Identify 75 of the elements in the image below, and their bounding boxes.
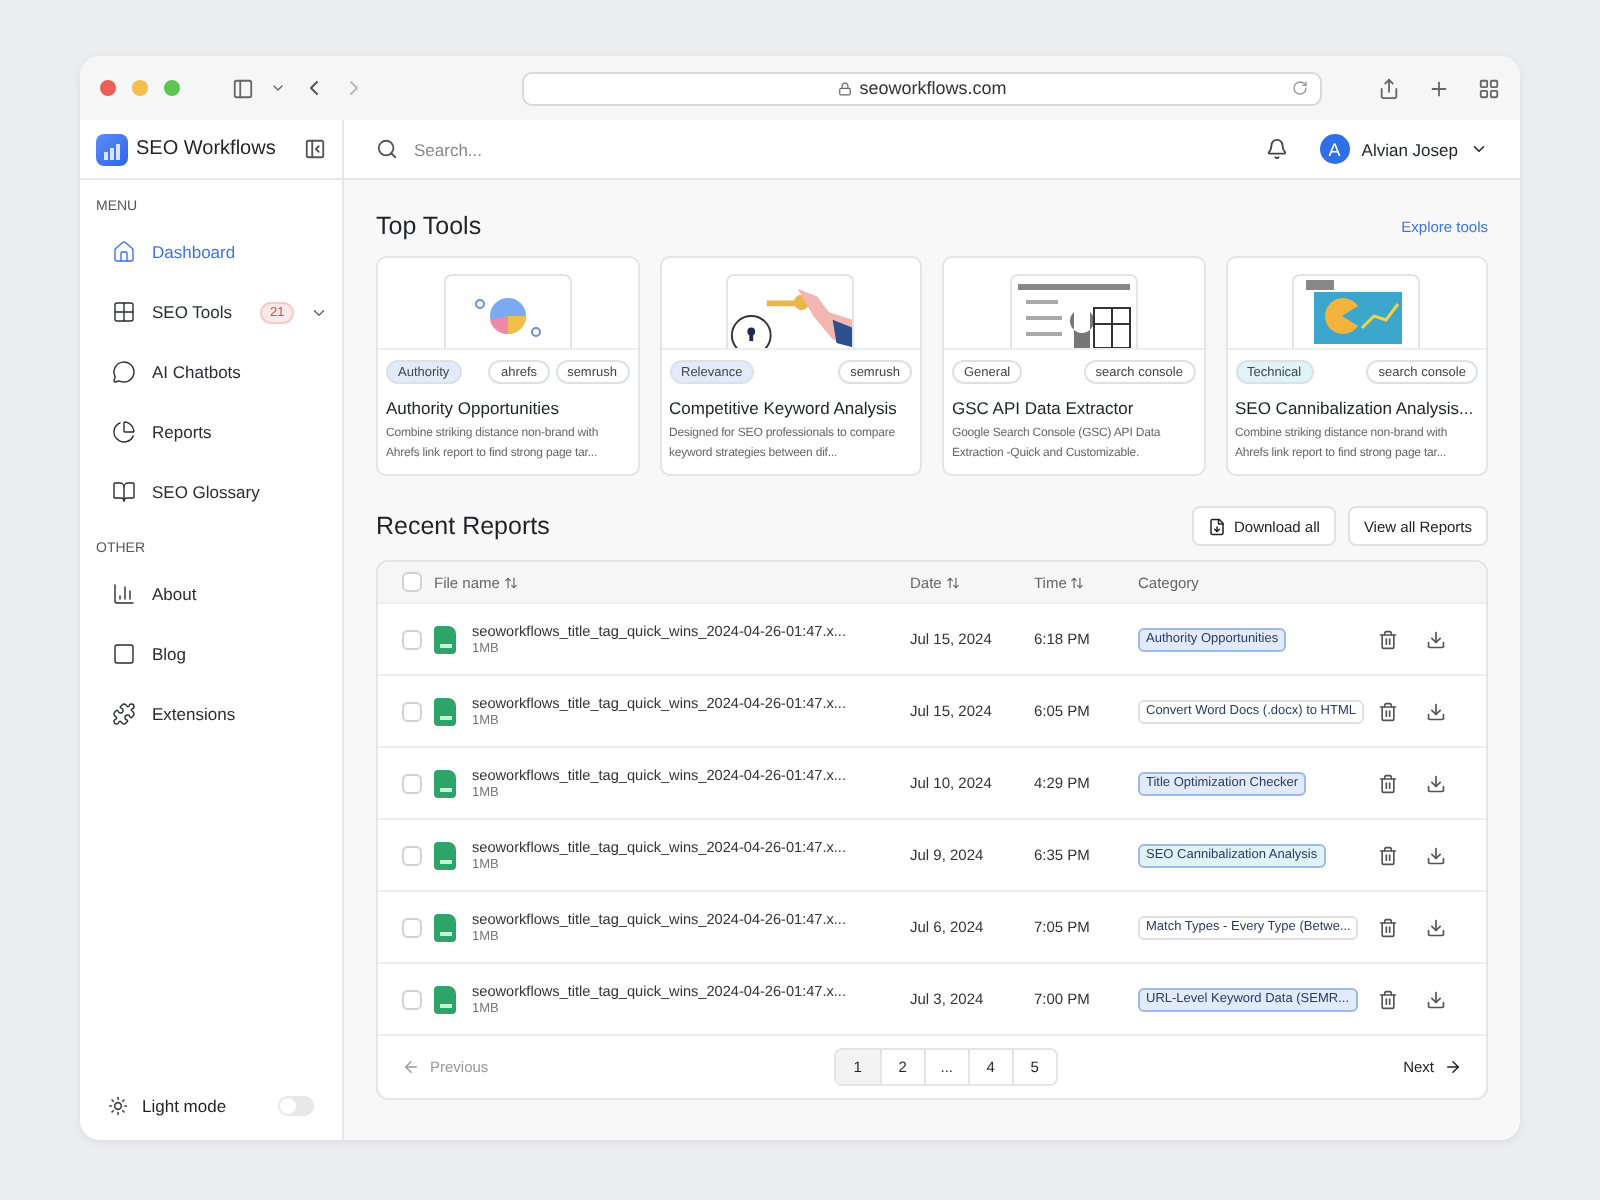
download-icon[interactable] [1426,773,1446,793]
share-icon[interactable] [1378,77,1400,99]
spreadsheet-file-icon [434,985,456,1013]
sidebar-item[interactable]: Reports [80,402,342,462]
download-icon[interactable] [1426,917,1446,937]
theme-label: Light mode [142,1096,227,1116]
spreadsheet-file-icon [434,769,456,797]
brand-name: SEO Workflows [136,138,278,160]
square-icon [112,642,136,666]
chat-bubble-icon [112,360,136,384]
collapse-sidebar-icon[interactable] [304,138,326,160]
sort-icon [945,575,960,589]
sun-icon [108,1096,128,1116]
pac-man-chart-drawing [1306,280,1407,348]
close-window-icon[interactable] [100,80,116,96]
section-title: Recent Reports [376,512,550,540]
download-icon[interactable] [1426,701,1446,721]
spreadsheet-file-icon [434,697,456,725]
sidebar-item[interactable]: Blog [80,624,342,684]
new-tab-icon[interactable] [1428,77,1450,99]
user-name[interactable]: Alvian Josep [1361,139,1458,159]
address-bar[interactable]: seoworkflows.com [522,71,1322,105]
row-checkbox[interactable] [402,629,422,649]
url-text: seoworkflows.com [859,78,1007,98]
file-download-icon [1207,517,1226,535]
delete-icon[interactable] [1378,989,1398,1009]
sidebar-item[interactable]: AI Chatbots [80,342,342,402]
search-input[interactable]: Search... [410,137,1254,161]
delete-icon[interactable] [1378,629,1398,649]
delete-icon[interactable] [1378,845,1398,865]
row-checkbox[interactable] [402,917,422,937]
bar-chart-logo-icon [96,133,128,165]
card-title: Authority Opportunities [384,396,561,422]
spreadsheet-file-icon [434,841,456,869]
sort-icon [503,575,518,589]
theme-toggle[interactable] [278,1096,314,1116]
tab-overview-icon[interactable] [1478,77,1500,99]
book-icon [112,480,136,504]
sidebar-item[interactable]: SEO Glossary [80,462,342,522]
spreadsheet-file-icon [434,625,456,653]
delete-icon[interactable] [1378,773,1398,793]
search-icon [376,138,398,160]
spreadsheet-file-icon [434,913,456,941]
row-checkbox[interactable] [402,773,422,793]
arrow-right-icon [1443,1058,1462,1076]
sidebar-toggle-icon[interactable] [232,77,254,99]
delete-icon[interactable] [1378,917,1398,937]
row-checkbox[interactable] [402,989,422,1009]
select-all-checkbox[interactable] [402,572,422,592]
grid-icon [112,300,136,324]
avatar[interactable]: A [1319,134,1350,164]
pie-chart-icon [112,420,136,444]
lock-icon [837,81,852,95]
sidebar-item[interactable]: Dashboard [80,222,342,282]
download-icon[interactable] [1426,989,1446,1009]
card-title: Competitive Keyword Analysis [667,396,899,422]
row-checkbox[interactable] [402,701,422,721]
sidebar-item[interactable]: About [80,564,342,624]
notification-bell-icon[interactable] [1265,138,1288,160]
chevron-down-icon[interactable] [1470,140,1488,158]
row-checkbox[interactable] [402,845,422,865]
wrench-and-window-drawing [1013,280,1134,348]
bar-chart-icon [112,582,136,606]
delete-icon[interactable] [1378,701,1398,721]
card-title: SEO Cannibalization Analysis... [1233,396,1476,422]
sort-icon [1070,575,1085,589]
card-title: GSC API Data Extractor [950,396,1136,422]
section-title: Top Tools [376,212,482,240]
download-icon[interactable] [1426,845,1446,865]
puzzle-icon [112,702,136,726]
house-icon [112,240,136,264]
sidebar-item[interactable]: Extensions [80,684,342,744]
arrow-left-icon [402,1058,420,1076]
reload-icon[interactable] [1292,80,1308,96]
download-icon[interactable] [1426,629,1446,649]
